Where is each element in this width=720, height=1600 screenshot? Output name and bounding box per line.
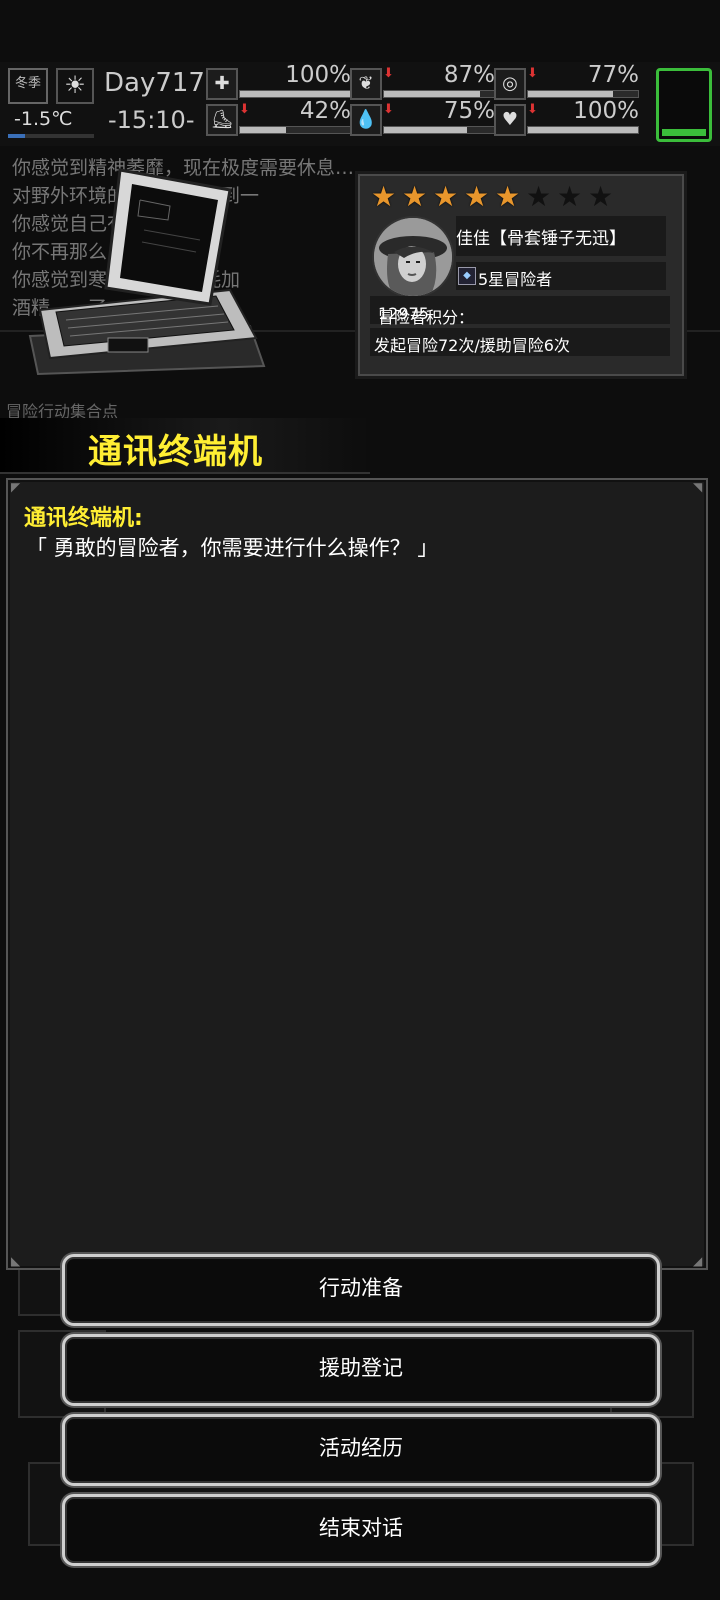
arrow-down-icon: ⬇ (383, 102, 394, 117)
terminal-laptop-image (20, 160, 270, 400)
star-rating: ★ ★ ★ ★ ★ ★ ★ ★ (368, 182, 616, 212)
stat-bar (239, 90, 351, 98)
dialog-text: 「 勇敢的冒险者，你需要进行什么操作？ 」 (26, 536, 439, 560)
player-name: 佳佳【骨套锤子无迅】 (456, 229, 626, 249)
stat-bar-fill (240, 127, 287, 133)
score-value: 12975 (378, 304, 429, 323)
corner-ornament-icon: ◢ (693, 1254, 703, 1268)
star-icon: ★ (463, 180, 490, 213)
day-counter: Day717 (104, 68, 205, 98)
season-label: 冬季 (8, 68, 48, 104)
rank-badge-icon: ◆ (458, 267, 476, 285)
adventure-count: 发起冒险72次/援助冒险6次 (374, 336, 570, 355)
mask-icon: ◎ (494, 68, 526, 100)
stat-bar (527, 90, 639, 98)
stat-value: 100% (573, 98, 639, 124)
temperature-bar (8, 134, 94, 138)
water-drop-icon: 💧 (350, 104, 382, 136)
corner-ornament-icon: ◤ (11, 480, 21, 494)
star-icon: ★ (494, 180, 521, 213)
stat-thirst[interactable]: 💧 ⬇ 75% (350, 98, 495, 138)
boot-icon: ⛸ (206, 104, 238, 136)
activity-history-button[interactable]: 活动经历 (62, 1414, 660, 1486)
stat-bar-fill (528, 91, 613, 97)
stat-fatigue[interactable]: ⛸ ⬇ 42% (206, 98, 351, 138)
stat-bar-fill (384, 127, 467, 133)
stat-bar (527, 126, 639, 134)
stat-value: 87% (443, 62, 495, 88)
corner-ornament-icon: ◣ (11, 1254, 21, 1268)
score-row: 冒险者积分： 12975 (370, 296, 670, 327)
battery-indicator[interactable] (656, 68, 712, 142)
stat-value: 75% (443, 98, 495, 124)
heart-icon: ♥ (494, 104, 526, 136)
stat-bar (239, 126, 351, 134)
stat-hunger[interactable]: ❦ ⬇ 87% (350, 62, 495, 102)
battery-fill (662, 128, 706, 136)
stat-mood[interactable]: ♥ ⬇ 100% (494, 98, 639, 138)
stat-value: 42% (299, 98, 351, 124)
arrow-down-icon: ⬇ (527, 102, 538, 117)
corner-ornament-icon: ◥ (693, 480, 703, 494)
rank-box: ◆ 5星冒险者 (456, 262, 666, 290)
stat-stamina[interactable]: ◎ ⬇ 77% (494, 62, 639, 102)
dialog-speaker: 通讯终端机: (24, 506, 143, 531)
action-prepare-button[interactable]: 行动准备 (62, 1254, 660, 1326)
adventure-count-row: 发起冒险72次/援助冒险6次 (370, 328, 670, 356)
stat-bar-fill (528, 127, 638, 133)
stat-health[interactable]: ✚ 100% (206, 62, 351, 102)
stat-value: 77% (587, 62, 639, 88)
status-bar: 冬季 ☀ -1.5℃ Day717 -15:10- ✚ 100% ❦ ⬇ 87%… (0, 62, 720, 146)
player-rank: 5星冒险者 (478, 270, 553, 289)
title-banner: 通讯终端机 (0, 418, 370, 474)
stomach-icon: ❦ (350, 68, 382, 100)
star-icon: ★ (525, 180, 552, 213)
temperature-bar-fill (8, 134, 26, 138)
stat-bar-fill (384, 91, 480, 97)
clock: -15:10- (108, 106, 195, 134)
stat-bar-fill (240, 91, 350, 97)
sun-icon: ☀ (56, 68, 94, 104)
star-icon: ★ (401, 180, 428, 213)
star-icon: ★ (432, 180, 459, 213)
star-icon: ★ (370, 180, 397, 213)
arrow-down-icon: ⬇ (239, 102, 250, 117)
arrow-down-icon: ⬇ (527, 66, 538, 81)
star-icon: ★ (556, 180, 583, 213)
arrow-down-icon: ⬇ (383, 66, 394, 81)
stat-value: 100% (285, 62, 351, 88)
season-weather: 冬季 ☀ -1.5℃ (6, 68, 98, 138)
avatar (372, 216, 454, 298)
stat-bar (383, 126, 495, 134)
stat-bar (383, 90, 495, 98)
page-title: 通讯终端机 (88, 432, 263, 472)
end-dialog-button[interactable]: 结束对话 (62, 1494, 660, 1566)
dialog-panel: ◤ ◥ ◣ ◢ 通讯终端机: 「 勇敢的冒险者，你需要进行什么操作？ 」 (6, 478, 708, 1270)
name-box: 佳佳【骨套锤子无迅】 (456, 216, 666, 256)
temperature: -1.5℃ (14, 108, 73, 130)
adventurer-profile-card[interactable]: ★ ★ ★ ★ ★ ★ ★ ★ 佳佳【骨套锤子无迅】 ◆ 5星冒险者 冒险者积分： 12975 … (358, 174, 684, 376)
star-icon: ★ (587, 180, 614, 213)
medkit-icon: ✚ (206, 68, 238, 100)
assist-register-button[interactable]: 援助登记 (62, 1334, 660, 1406)
